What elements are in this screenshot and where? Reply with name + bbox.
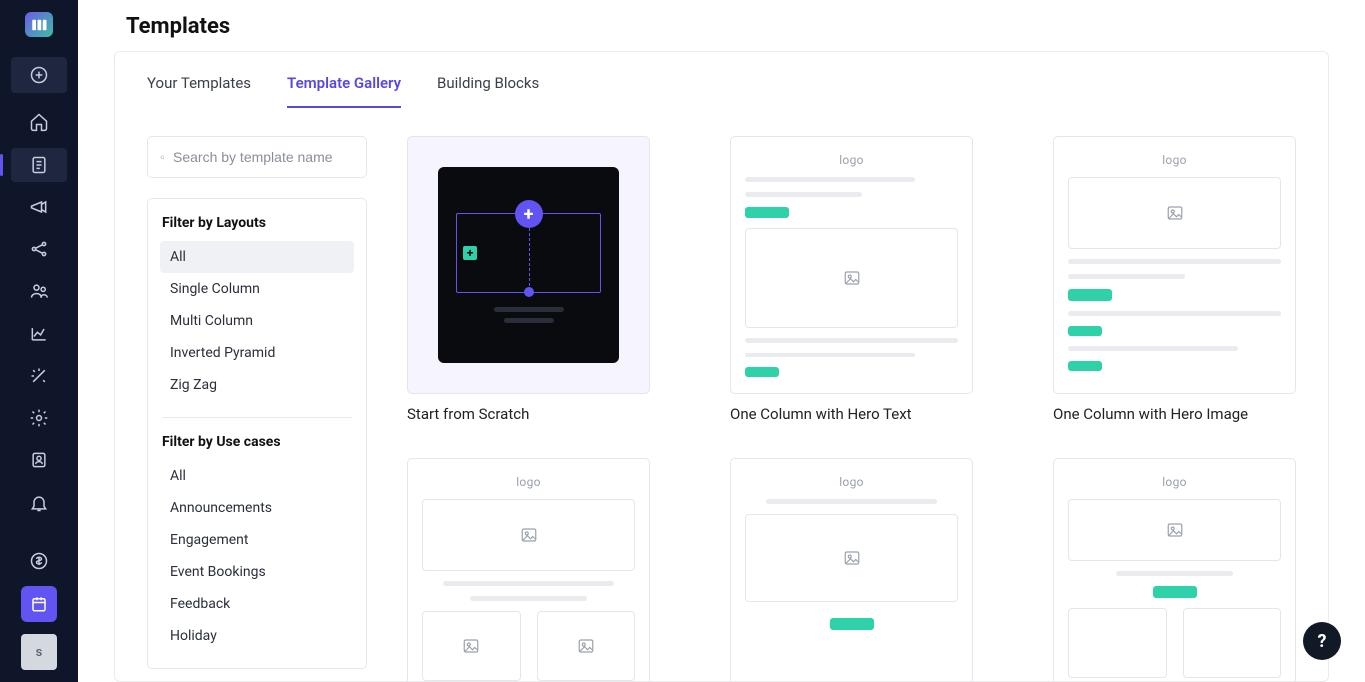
nav-settings[interactable] [11,401,67,435]
image-icon [577,637,595,655]
panel: Your Templates Template Gallery Building… [114,51,1329,682]
nav-templates[interactable] [11,148,67,182]
gear-icon [29,408,49,428]
filters-sidebar: Filter by Layouts All Single Column Mult… [147,136,367,682]
filter-layout-zigzag[interactable]: Zig Zag [160,369,354,401]
nav-billing[interactable] [11,544,67,578]
dollar-icon [29,551,49,571]
image-icon [462,637,480,655]
plus-icon: + [515,200,543,228]
chart-line-icon [29,324,49,344]
scratch-preview: + + [438,167,619,363]
nav-automation[interactable] [11,359,67,393]
contact-icon [29,450,49,470]
image-icon [843,549,861,567]
wireframe-preview: logo [731,137,972,393]
search-input[interactable] [173,149,354,165]
filter-usecases-heading: Filter by Use cases [162,434,352,450]
image-icon [843,269,861,287]
home-icon [29,112,49,132]
nav-analytics[interactable] [11,317,67,351]
avatar[interactable]: s [21,634,57,670]
template-title: One Column with Hero Image [1053,404,1296,424]
wireframe-preview: logo [408,459,649,682]
bell-icon [29,493,49,513]
wireframe-preview: logo [1054,459,1295,682]
template-card-hero-text[interactable]: logo One Column with Hero Tex [730,136,973,424]
image-icon [520,526,538,544]
nav-contacts[interactable] [11,443,67,477]
nav-notifications[interactable] [11,486,67,520]
filter-usecase-feedback[interactable]: Feedback [160,588,354,620]
people-icon [29,281,49,301]
filter-box: Filter by Layouts All Single Column Mult… [147,198,367,669]
nav-home[interactable] [11,105,67,139]
filter-usecase-holiday[interactable]: Holiday [160,620,354,652]
tab-building-blocks[interactable]: Building Blocks [437,74,539,108]
template-grid: + + Start from Scratch [407,136,1296,682]
plus-circle-icon [29,65,49,85]
nav-share[interactable] [11,232,67,266]
calendar-button[interactable] [21,586,57,622]
filter-layout-multi[interactable]: Multi Column [160,305,354,337]
help-icon: ? [1318,631,1327,652]
left-rail: s [0,0,78,682]
main-area: Templates Your Templates Template Galler… [78,0,1365,682]
filter-layouts-list: All Single Column Multi Column Inverted … [162,241,352,401]
filter-layout-all[interactable]: All [160,241,354,273]
filter-layout-single[interactable]: Single Column [160,273,354,305]
page-title: Templates [78,0,1365,51]
share-icon [29,239,49,259]
image-icon [1166,204,1184,222]
template-title: One Column with Hero Text [730,404,973,424]
filter-usecase-all[interactable]: All [160,460,354,492]
wand-icon [29,366,49,386]
filter-usecase-announcements[interactable]: Announcements [160,492,354,524]
document-icon [29,155,49,175]
calendar-icon [30,595,48,613]
tab-template-gallery[interactable]: Template Gallery [287,74,401,108]
template-title: Start from Scratch [407,404,650,424]
wireframe-preview: logo [1054,137,1295,393]
logo-icon [30,16,48,34]
template-card[interactable]: logo [1053,458,1296,682]
avatar-initial: s [36,645,43,660]
filter-usecase-events[interactable]: Event Bookings [160,556,354,588]
megaphone-icon [29,197,49,217]
filter-separator [162,417,352,418]
help-button[interactable]: ? [1303,622,1341,660]
tab-your-templates[interactable]: Your Templates [147,74,251,108]
app-logo[interactable] [25,12,53,37]
template-card-scratch[interactable]: + + Start from Scratch [407,136,650,424]
filter-usecase-engagement[interactable]: Engagement [160,524,354,556]
image-icon [1166,521,1184,539]
wireframe-preview: logo [731,459,972,682]
filter-usecases-list: All Announcements Engagement Event Booki… [162,460,352,652]
tabs: Your Templates Template Gallery Building… [115,52,1328,108]
search-icon [160,150,165,165]
template-card[interactable]: logo [730,458,973,682]
filter-layouts-heading: Filter by Layouts [162,215,352,231]
content: Filter by Layouts All Single Column Mult… [115,108,1328,682]
create-button[interactable] [11,57,67,93]
nav-audience[interactable] [11,274,67,308]
filter-layout-pyramid[interactable]: Inverted Pyramid [160,337,354,369]
nav-campaigns[interactable] [11,190,67,224]
plus-small-icon: + [463,246,477,260]
template-card[interactable]: logo [407,458,650,682]
search-box[interactable] [147,136,367,178]
template-card-hero-image[interactable]: logo One Colum [1053,136,1296,424]
